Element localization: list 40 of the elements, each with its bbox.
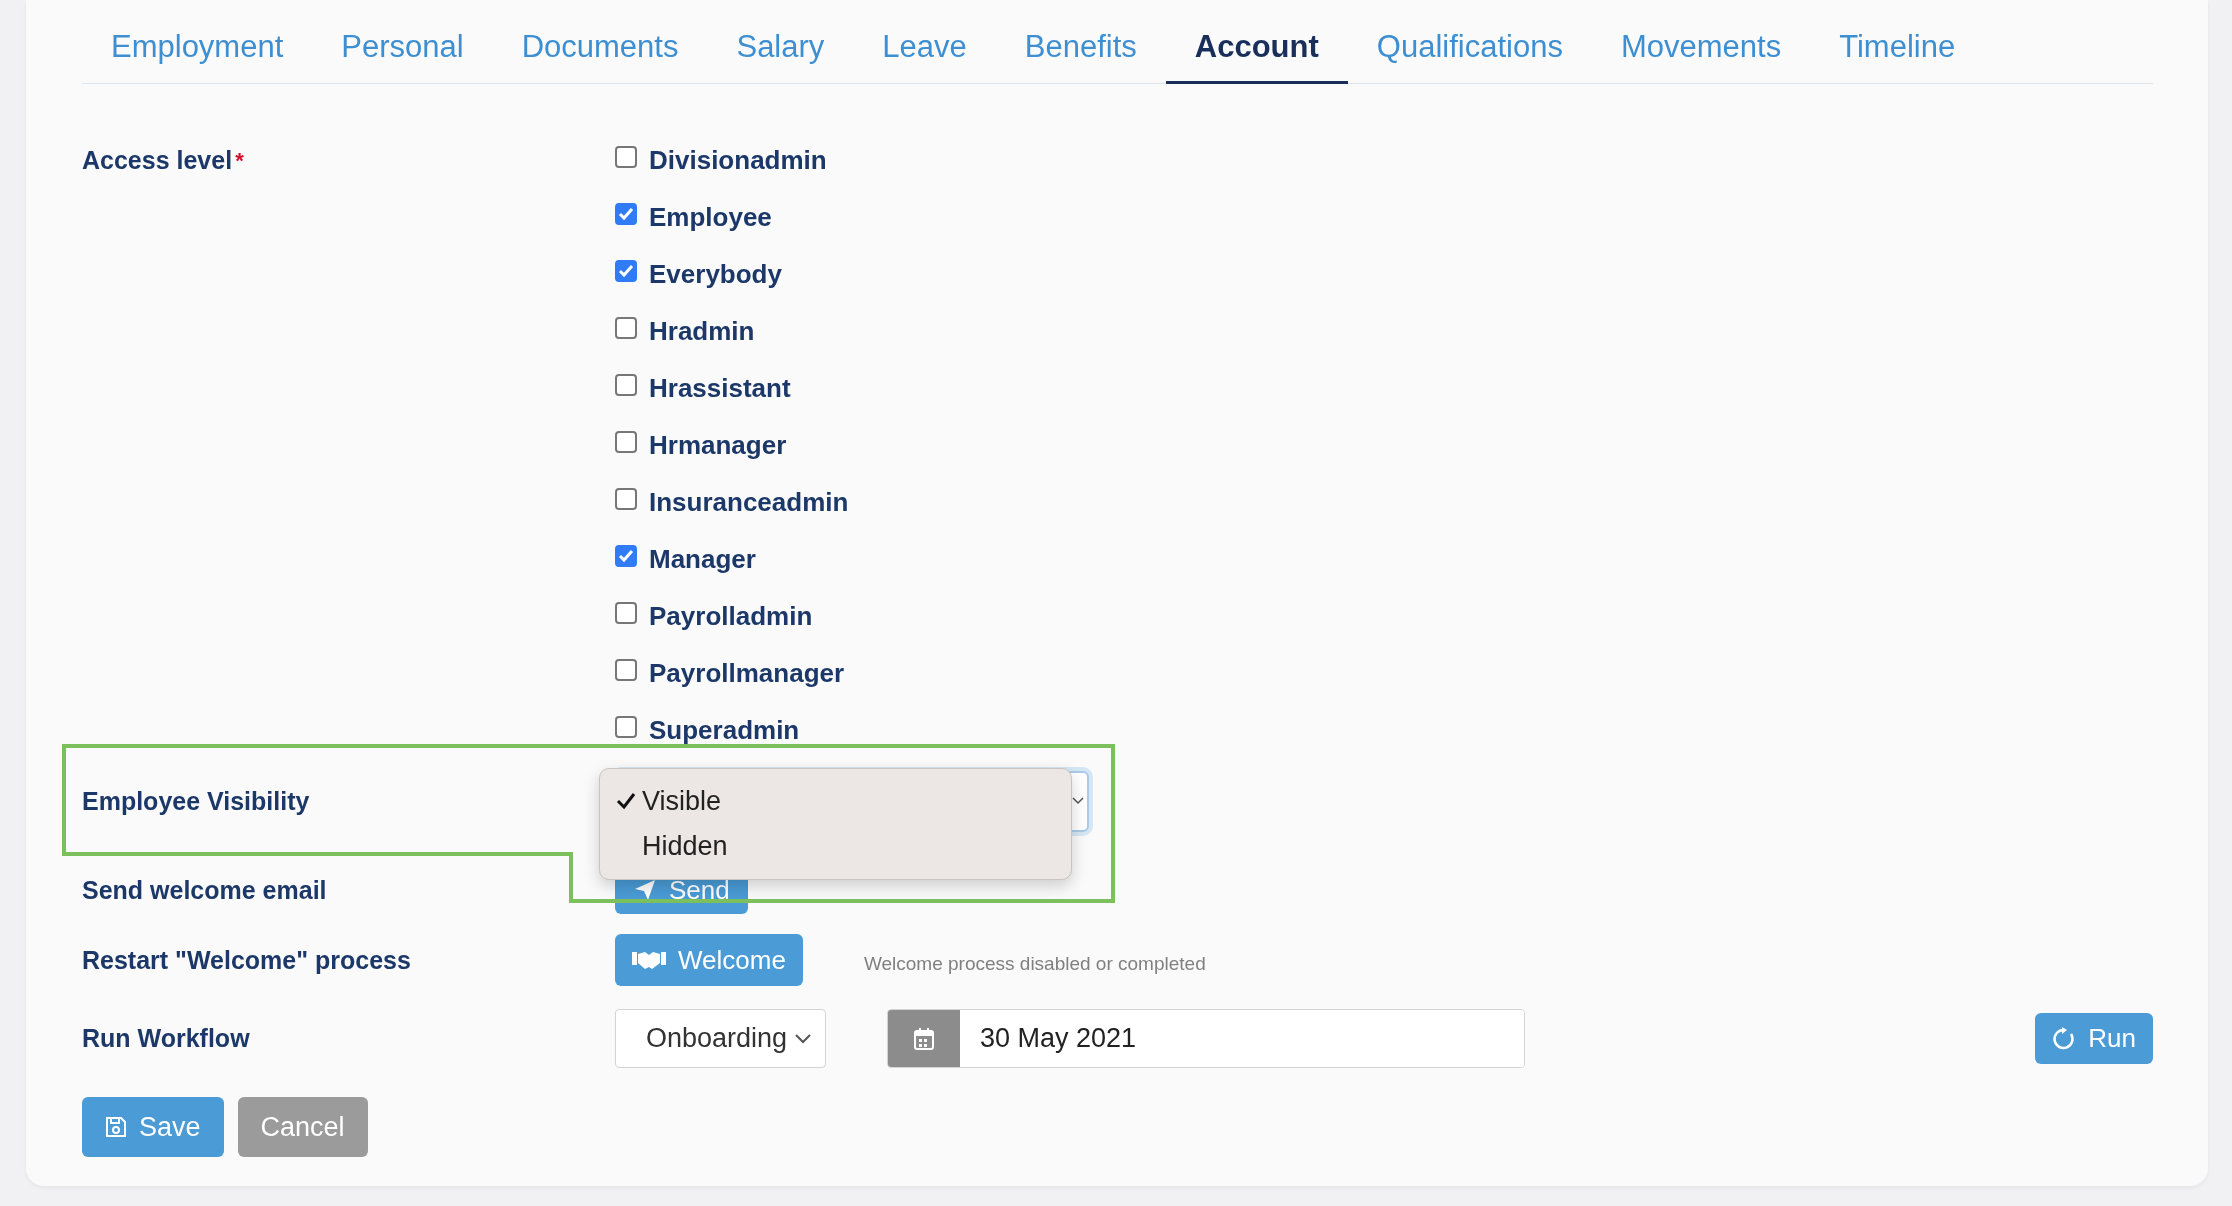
checkbox-label[interactable]: Hradmin (649, 316, 755, 347)
dropdown-option[interactable]: Hidden (642, 830, 728, 862)
refresh-icon (2052, 1026, 2077, 1051)
checkbox[interactable] (615, 145, 637, 168)
field-label: Run Workflow (82, 1024, 251, 1053)
checkbox-label[interactable]: Payrollmanager (649, 658, 845, 689)
calendar-button[interactable] (888, 1010, 960, 1067)
status-note: Welcome process disabled or completed (863, 953, 1206, 975)
workflow-select[interactable]: Onboarding (615, 1009, 826, 1068)
checkbox-label[interactable]: Insuranceadmin (649, 487, 849, 518)
checkbox[interactable] (615, 316, 637, 339)
checkbox[interactable] (615, 715, 637, 738)
checkbox[interactable] (615, 601, 637, 624)
field-label: Restart "Welcome" process (82, 945, 412, 975)
calendar-icon (913, 1026, 935, 1051)
checkbox[interactable] (615, 259, 637, 282)
date-field[interactable]: 30 May 2021 (887, 1009, 1525, 1068)
chevron-down-icon (1072, 797, 1084, 805)
checkbox-label[interactable]: Hrmanager (649, 430, 787, 461)
checkbox[interactable] (615, 487, 637, 510)
checkbox-label[interactable]: Employee (649, 202, 772, 233)
checkbox[interactable] (615, 373, 637, 396)
field-label: Employee Visibility (82, 786, 311, 816)
checkbox-label[interactable]: Superadmin (649, 715, 800, 746)
dropdown-option[interactable]: Visible (642, 785, 722, 817)
field-label: Access level* (82, 145, 245, 176)
checkbox-label[interactable]: Everybody (649, 259, 782, 290)
field-label: Send welcome email (82, 875, 328, 905)
chevron-down-icon (795, 1033, 811, 1044)
handshake-icon (632, 949, 666, 971)
paper-plane-icon (633, 878, 657, 902)
tab[interactable]: Account (1165, 0, 1348, 84)
checkbox[interactable] (615, 430, 637, 453)
checkbox-label[interactable]: Hrassistant (649, 373, 791, 404)
checkbox-label[interactable]: Manager (649, 544, 756, 575)
checkbox[interactable] (615, 658, 637, 681)
checkbox-label[interactable]: Payrolladmin (649, 601, 813, 632)
checkbox[interactable] (615, 544, 637, 567)
checkbox[interactable] (615, 202, 637, 225)
checkbox-label[interactable]: Divisionadmin (649, 145, 827, 176)
